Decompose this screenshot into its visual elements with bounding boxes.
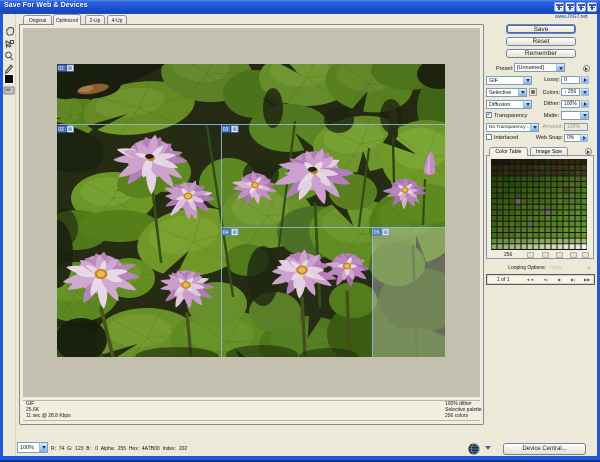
svg-text:01: 01 — [58, 66, 64, 72]
svg-text:05: 05 — [374, 230, 380, 236]
svg-text:03: 03 — [223, 127, 229, 133]
svg-text:04: 04 — [223, 230, 229, 236]
svg-text:02: 02 — [58, 127, 64, 133]
